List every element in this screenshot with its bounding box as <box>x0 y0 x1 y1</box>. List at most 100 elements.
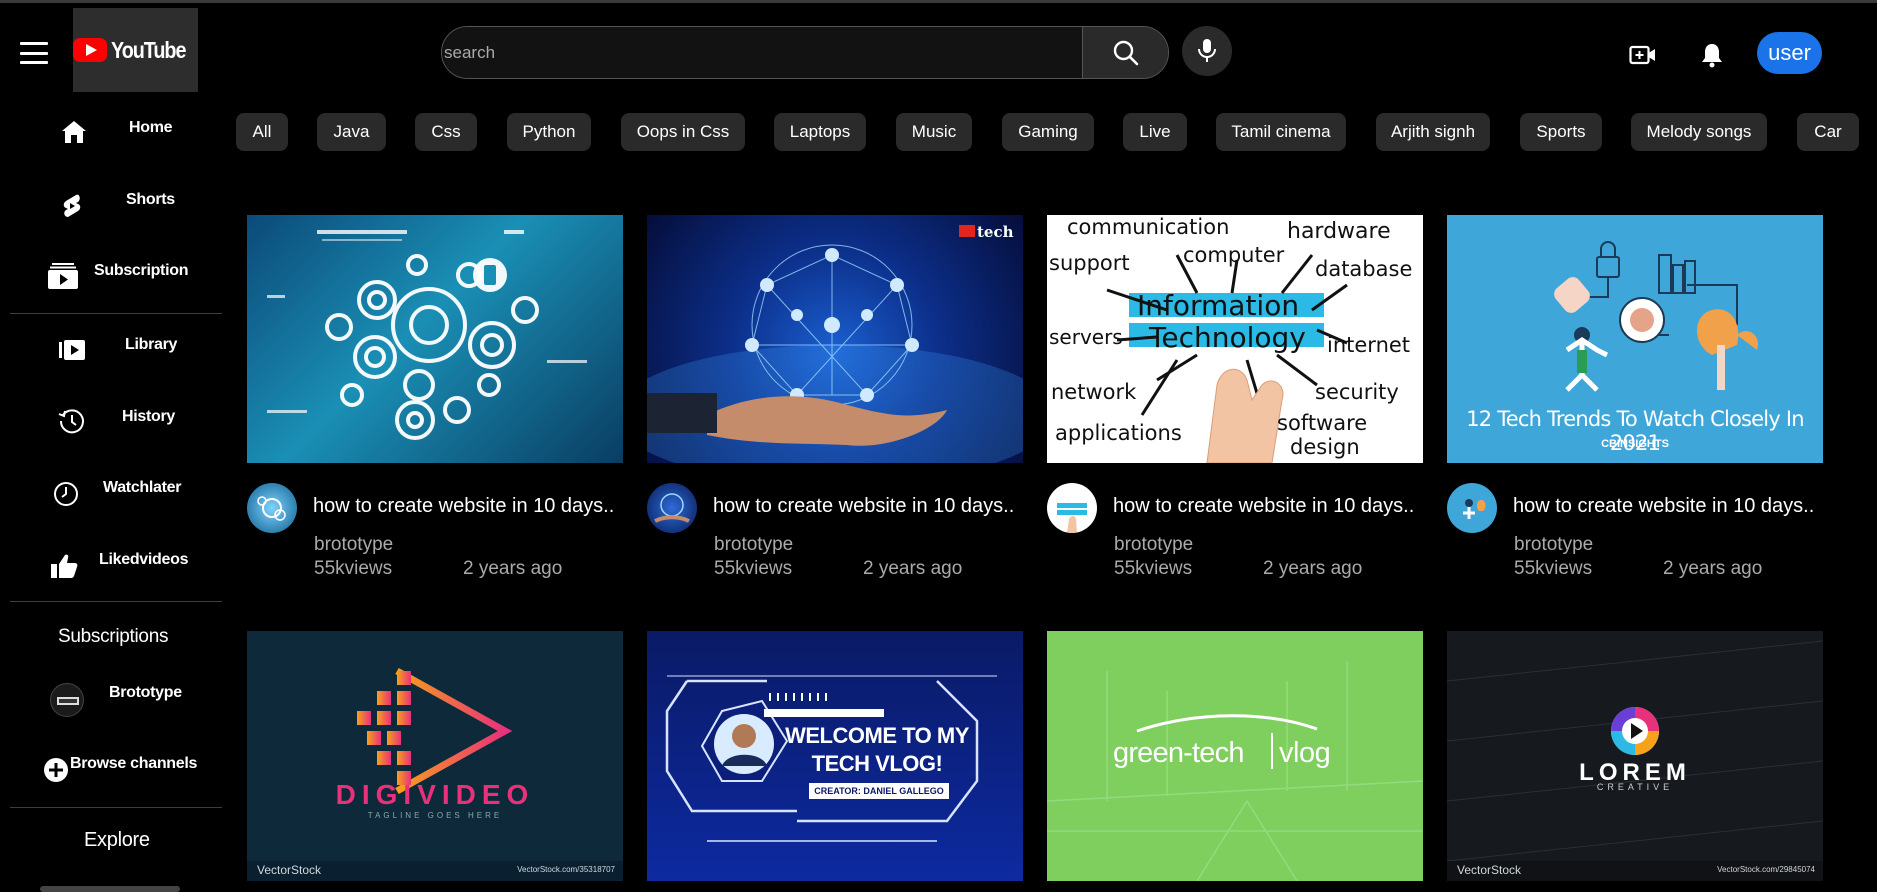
thumb-word: internet <box>1327 333 1411 357</box>
thumb-word: servers <box>1049 325 1123 349</box>
sidebar-item-shorts[interactable]: Shorts <box>126 191 175 209</box>
hamburger-menu-icon[interactable] <box>20 42 48 64</box>
chip-melody-songs[interactable]: Melody songs <box>1631 113 1767 151</box>
history-icon[interactable] <box>58 407 86 435</box>
plus-circle-icon[interactable] <box>42 756 70 784</box>
channel-avatar[interactable] <box>1447 483 1497 533</box>
chip-gaming[interactable]: Gaming <box>1002 113 1094 151</box>
video-views: 55kviews <box>1514 558 1593 579</box>
video-thumbnail[interactable]: tech <box>647 215 1023 463</box>
digivideo-brand: DIGIVIDEO <box>335 779 535 810</box>
sidebar-browse-channels[interactable]: Browse channels <box>70 755 197 773</box>
youtube-play-icon <box>73 38 108 62</box>
video-thumbnail[interactable]: communication hardware computer support … <box>1047 215 1423 463</box>
video-title[interactable]: how to create website in 10 days.. <box>313 495 614 518</box>
search-icon <box>1113 40 1138 65</box>
youtube-logo[interactable]: YouTube <box>73 8 198 92</box>
video-channel-name[interactable]: brototype <box>714 534 793 556</box>
chip-css[interactable]: Css <box>415 113 477 151</box>
vectorstock-id: VectorStock.com/35318707 <box>517 865 615 874</box>
sidebar-item-home[interactable]: Home <box>129 119 173 137</box>
chip-oops-in-css[interactable]: Oops in Css <box>621 113 745 151</box>
tech-vlog-headline-2: TECH VLOG! <box>811 751 943 776</box>
subscriptions-heading: Subscriptions <box>58 626 169 647</box>
sidebar-item-subscription[interactable]: Subscription <box>94 262 188 280</box>
sidebar-divider <box>10 313 222 314</box>
create-video-button[interactable] <box>1628 40 1658 70</box>
channel-avatar[interactable] <box>647 483 697 533</box>
video-thumbnail[interactable]: LOREM CREATIVE VectorStock VectorStock.c… <box>1447 631 1823 881</box>
chip-java[interactable]: Java <box>317 113 386 151</box>
notifications-button[interactable] <box>1697 40 1727 70</box>
thumb-word: database <box>1315 257 1413 281</box>
network-globe-illustration <box>647 225 1023 463</box>
channel-avatar[interactable] <box>50 683 84 717</box>
video-channel-name[interactable]: brototype <box>1514 534 1593 556</box>
thumb-word: support <box>1049 251 1130 275</box>
video-age: 2 years ago <box>1263 558 1363 579</box>
channel-avatar[interactable] <box>247 483 297 533</box>
sidebar-item-library[interactable]: Library <box>125 336 177 354</box>
video-camera-icon <box>1629 45 1655 65</box>
video-title[interactable]: how to create website in 10 days.. <box>1513 495 1814 518</box>
video-age: 2 years ago <box>463 558 563 579</box>
video-thumbnail[interactable] <box>247 215 623 463</box>
home-icon[interactable] <box>60 118 88 146</box>
digivideo-logo <box>357 667 513 795</box>
video-age: 2 years ago <box>1663 558 1763 579</box>
vectorstock-id: VectorStock.com/29845074 <box>1717 865 1815 874</box>
chip-sports[interactable]: Sports <box>1520 113 1602 151</box>
shorts-icon[interactable] <box>58 192 86 220</box>
vectorstock-mark: VectorStock <box>257 863 322 877</box>
sidebar-divider <box>10 601 222 602</box>
channel-avatar[interactable] <box>1047 483 1097 533</box>
lorem-sub: CREATIVE <box>1596 782 1674 792</box>
chip-music[interactable]: Music <box>896 113 972 151</box>
video-title[interactable]: how to create website in 10 days.. <box>1113 495 1414 518</box>
clock-icon[interactable] <box>52 480 80 508</box>
video-channel-name[interactable]: brototype <box>1114 534 1193 556</box>
search-input[interactable] <box>442 27 1082 78</box>
vectorstock-mark: VectorStock <box>1457 863 1522 877</box>
chip-live[interactable]: Live <box>1123 113 1187 151</box>
chip-tamil-cinema[interactable]: Tamil cinema <box>1216 113 1346 151</box>
user-account-button[interactable]: user <box>1757 32 1822 74</box>
video-age: 2 years ago <box>863 558 963 579</box>
video-views: 55kviews <box>714 558 793 579</box>
voice-search-button[interactable] <box>1182 26 1232 76</box>
video-thumbnail[interactable]: green-tech vlog <box>1047 631 1423 881</box>
video-title[interactable]: how to create website in 10 days.. <box>713 495 1014 518</box>
chip-arjith-signh[interactable]: Arjith signh <box>1376 113 1490 151</box>
sidebar-item-likedvideos[interactable]: Likedvideos <box>99 551 188 569</box>
video-views: 55kviews <box>314 558 393 579</box>
subscription-icon[interactable] <box>47 262 79 290</box>
green-tech-brand: green-tech <box>1113 737 1244 769</box>
thumb-word: Technology <box>1149 321 1306 354</box>
video-thumbnail[interactable]: DIGIVIDEO TAGLINE GOES HERE VectorStock … <box>247 631 623 881</box>
green-tech-vlog: vlog <box>1279 737 1331 769</box>
chip-car[interactable]: Car <box>1797 113 1859 151</box>
sidebar-channel-brototype[interactable]: Brototype <box>109 684 182 702</box>
chip-laptops[interactable]: Laptops <box>774 113 866 151</box>
microphone-icon <box>1198 39 1216 62</box>
library-icon[interactable] <box>58 336 86 364</box>
video-thumbnail[interactable]: 12 Tech Trends To Watch Closely In 2021 … <box>1447 215 1823 463</box>
thumbs-up-icon[interactable] <box>50 552 78 580</box>
thumb-word: software <box>1277 411 1368 435</box>
chip-python[interactable]: Python <box>507 113 591 151</box>
thumb-brand: CBINSIGHTS <box>1601 438 1669 450</box>
video-channel-name[interactable]: brototype <box>314 534 393 556</box>
tech-vlog-creator: CREATOR: DANIEL GALLEGO <box>814 786 944 796</box>
thumb-word: security <box>1315 380 1399 404</box>
thumb-word: hardware <box>1287 219 1391 244</box>
thumb-word: communication <box>1067 215 1230 239</box>
gears-illustration <box>267 230 587 440</box>
sidebar-divider <box>10 807 222 808</box>
sidebar-item-watchlater[interactable]: Watchlater <box>103 479 182 497</box>
sidebar-item-history[interactable]: History <box>122 408 175 426</box>
video-thumbnail[interactable]: WELCOME TO MY TECH VLOG! CREATOR: DANIEL… <box>647 631 1023 881</box>
search-bar <box>441 26 1169 79</box>
etech-badge: tech <box>977 223 1014 241</box>
chip-all[interactable]: All <box>236 113 288 151</box>
search-button[interactable] <box>1082 27 1168 78</box>
